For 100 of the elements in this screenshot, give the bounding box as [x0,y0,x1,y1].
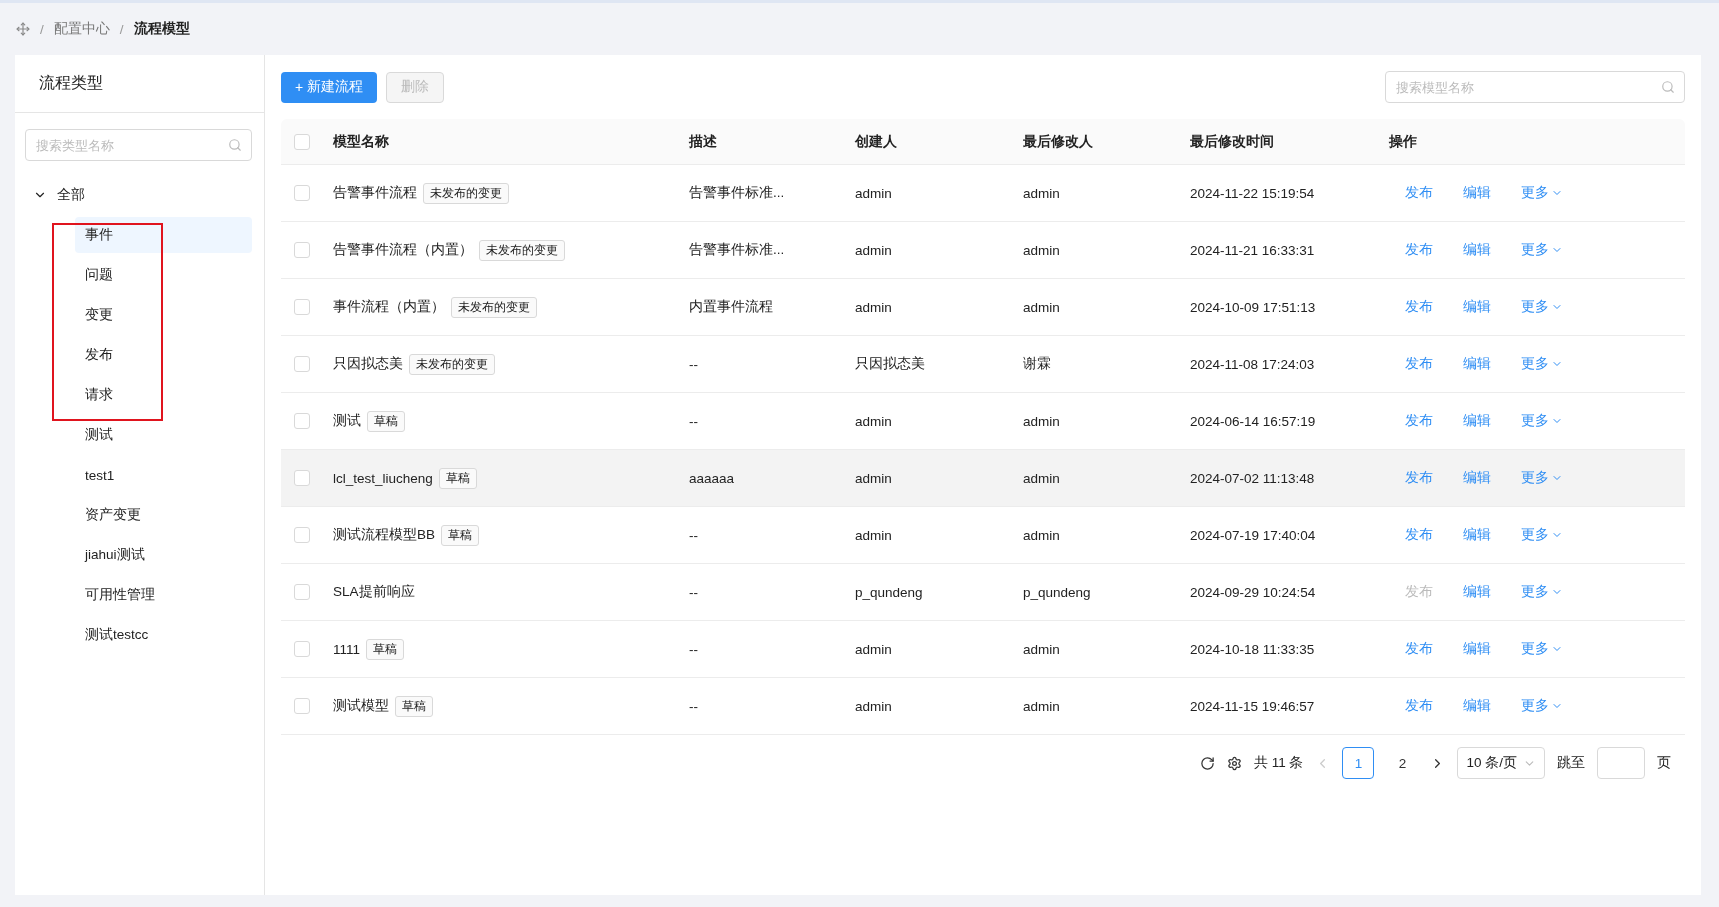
move-icon [16,22,30,36]
action-link[interactable]: 编辑 [1463,355,1491,373]
creator-cell-text: admin [855,698,893,714]
row-checkbox[interactable] [294,641,310,657]
model-name: 测试流程模型BB [333,526,435,544]
row-checkbox[interactable] [294,470,310,486]
action-link[interactable]: 发布 [1405,241,1433,259]
modifier-cell-text: admin [1023,527,1061,543]
action-link[interactable]: 编辑 [1463,583,1491,601]
modifier-cell-text: admin [1023,299,1061,315]
action-link[interactable]: 发布 [1405,526,1433,544]
more-link[interactable]: 更多 [1521,412,1563,430]
column-header: 创建人 [855,132,898,151]
description-cell-text: -- [689,698,699,714]
more-link[interactable]: 更多 [1521,583,1563,601]
row-checkbox[interactable] [294,698,310,714]
time-cell-text: 2024-07-19 17:40:04 [1190,527,1317,543]
action-link[interactable]: 发布 [1405,469,1433,487]
status-tag: 未发布的变更 [409,353,495,375]
status-tag: 未发布的变更 [479,239,565,261]
tree-item[interactable]: 问题 [75,257,252,293]
new-flow-button[interactable]: + 新建流程 [281,71,378,103]
status-tag: 草稿 [395,695,433,717]
column-header: 描述 [689,132,718,151]
tree-item[interactable]: 测试testcc [75,617,252,653]
time-cell-text: 2024-10-09 17:51:13 [1190,299,1317,315]
action-link[interactable]: 编辑 [1463,184,1491,202]
page-button[interactable]: 1 [1342,747,1375,779]
description-cell-text: -- [689,356,699,372]
settings-icon[interactable] [1226,755,1242,771]
status-tag: 草稿 [441,524,479,546]
row-checkbox[interactable] [294,527,310,543]
table-row[interactable]: lcl_test_liucheng 草稿 aaaaaa admin admin 2024-07-02 11:13:48 发布 编辑 更多 [281,450,1685,507]
row-checkbox[interactable] [294,242,310,258]
creator-cell-text: admin [855,185,893,201]
action-link[interactable]: 发布 [1405,697,1433,715]
tree-item[interactable]: 发布 [75,337,252,373]
tree-item[interactable]: 变更 [75,297,252,333]
action-link[interactable]: 编辑 [1463,697,1491,715]
description-cell-text: -- [689,527,699,543]
tree-item[interactable]: 资产变更 [75,497,252,533]
breadcrumb-item[interactable]: 配置中心 [53,20,110,38]
tree-item[interactable]: 请求 [75,377,252,413]
model-search-field[interactable]: 搜索模型名称 [1385,71,1685,103]
description-cell-text: 内置事件流程 [689,298,774,316]
more-link[interactable]: 更多 [1521,298,1563,316]
breadcrumb-separator: / [40,21,44,37]
description-cell-text: 告警事件标准... [689,241,786,259]
action-link[interactable]: 发布 [1405,412,1433,430]
more-link[interactable]: 更多 [1521,697,1563,715]
row-checkbox[interactable] [294,185,310,201]
action-link[interactable]: 发布 [1405,640,1433,658]
action-link[interactable]: 编辑 [1463,412,1491,430]
more-link[interactable]: 更多 [1521,469,1563,487]
refresh-icon[interactable] [1199,755,1215,771]
tree-item[interactable]: 可用性管理 [75,577,252,613]
more-link[interactable]: 更多 [1521,526,1563,544]
tree-item[interactable]: test1 [75,457,252,493]
tree-item[interactable]: jiahui测试 [75,537,252,573]
creator-cell-text: admin [855,527,893,543]
jump-label: 跳至 [1557,754,1585,772]
action-link[interactable]: 发布 [1405,298,1433,316]
search-icon [228,138,242,152]
tree-item[interactable]: 全部 [27,177,252,213]
search-icon [1661,80,1675,94]
tree-item[interactable]: 测试 [75,417,252,453]
more-link[interactable]: 更多 [1521,640,1563,658]
type-search-field[interactable]: 搜索类型名称 [25,129,252,161]
creator-cell-text: admin [855,242,893,258]
status-tag: 未发布的变更 [423,182,509,204]
modifier-cell-text: admin [1023,413,1061,429]
page-jump-field[interactable] [1597,747,1645,779]
action-link[interactable]: 发布 [1405,184,1433,202]
action-link[interactable]: 编辑 [1463,241,1491,259]
time-cell-text: 2024-06-14 16:57:19 [1190,413,1317,429]
row-checkbox[interactable] [294,584,310,600]
select-all-checkbox[interactable] [294,133,310,150]
time-cell-text: 2024-11-15 19:46:57 [1190,698,1316,714]
page-unit: 页 [1657,754,1671,772]
modifier-cell-text: admin [1023,185,1061,201]
description-cell-text: aaaaaa [689,470,736,486]
tree-item[interactable]: 事件 [75,217,252,253]
status-tag: 未发布的变更 [451,296,537,318]
action-link[interactable]: 发布 [1405,355,1433,373]
action-link[interactable]: 编辑 [1463,526,1491,544]
action-link[interactable]: 编辑 [1463,469,1491,487]
description-cell-text: -- [689,641,699,657]
row-checkbox[interactable] [294,356,310,372]
more-link[interactable]: 更多 [1521,355,1563,373]
row-checkbox[interactable] [294,299,310,315]
more-link[interactable]: 更多 [1521,184,1563,202]
modifier-cell-text: admin [1023,698,1061,714]
modifier-cell-text: p_qundeng [1023,584,1092,600]
row-checkbox[interactable] [294,413,310,429]
time-cell-text: 2024-11-21 16:33:31 [1190,242,1316,258]
action-link[interactable]: 编辑 [1463,640,1491,658]
more-link[interactable]: 更多 [1521,241,1563,259]
page-size-select[interactable]: 10 条/页 [1457,747,1545,779]
status-tag: 草稿 [438,467,477,489]
action-link[interactable]: 编辑 [1463,298,1491,316]
